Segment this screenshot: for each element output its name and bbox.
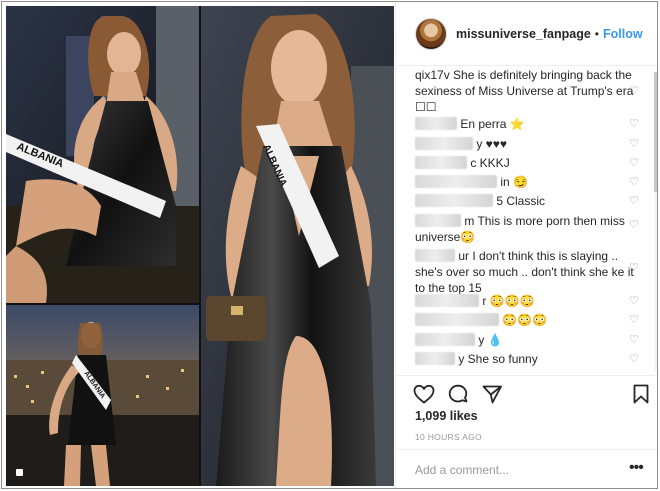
post-photo-city-night: ALBANIA: [6, 305, 199, 486]
carousel-indicator: [16, 469, 23, 476]
comment-item: c KKKJ: [415, 155, 635, 171]
comment-body: y ♥♥♥: [476, 137, 508, 151]
blurred-username: [415, 313, 499, 326]
comment-body: y She so funny: [458, 352, 538, 366]
comment-item: m This is more porn then miss universe😳: [415, 213, 635, 245]
comment-item: En perra ⭐: [415, 116, 635, 132]
blurred-username: [415, 294, 479, 307]
post-photo-seated: ALBANIA: [6, 6, 199, 303]
instagram-post-frame: ALBANIA ALBANIA ALBANIA missuniverse_fan…: [1, 1, 658, 489]
avatar[interactable]: [415, 17, 447, 50]
blurred-username: [415, 352, 455, 365]
comment-scrollbar-thumb[interactable]: [654, 72, 657, 192]
post-side-panel: missuniverse_fanpage • Follow qix17v She…: [395, 2, 657, 488]
heart-icon[interactable]: ♡: [629, 332, 639, 348]
post-photo-standing: ALBANIA: [201, 6, 394, 486]
heart-icon[interactable]: ♡: [629, 217, 639, 233]
comment-item: r 😳😳😳: [415, 293, 635, 309]
likes-count[interactable]: 1,099 likes: [415, 409, 478, 423]
blurred-username: [415, 117, 457, 130]
comment-item: y 💧: [415, 332, 635, 348]
blurred-username: [415, 214, 461, 227]
heart-icon[interactable]: ♡: [629, 293, 639, 309]
heart-icon[interactable]: ♡: [629, 116, 639, 132]
comment-item: 5 Classic: [415, 193, 635, 209]
comment-item: y ♥♥♥: [415, 136, 635, 152]
add-comment-input[interactable]: [415, 462, 615, 478]
post-header: missuniverse_fanpage • Follow: [396, 2, 657, 66]
bookmark-icon[interactable]: [629, 382, 653, 406]
header-separator: •: [594, 26, 599, 41]
heart-outline-icon[interactable]: [412, 382, 436, 406]
comment-item: ur I don't think this is slaying .. she'…: [415, 248, 635, 296]
blurred-username: [415, 175, 497, 188]
comment-body: En perra ⭐: [460, 117, 525, 131]
blurred-username: [415, 194, 493, 207]
post-media-collage[interactable]: ALBANIA ALBANIA ALBANIA: [6, 6, 394, 486]
heart-icon[interactable]: ♡: [629, 351, 639, 367]
blurred-username: [415, 249, 455, 262]
comment-body: 😳😳😳: [502, 313, 548, 327]
heart-icon[interactable]: ♡: [629, 136, 639, 152]
heart-icon[interactable]: ♡: [629, 174, 639, 190]
comment-username[interactable]: qix17v: [415, 68, 450, 82]
comment-text: qix17v She is definitely bringing back t…: [415, 68, 633, 114]
comment-item: in 😏: [415, 174, 635, 190]
blurred-username: [415, 156, 467, 169]
comment-bubble-icon[interactable]: [446, 382, 470, 406]
post-timestamp[interactable]: 10 HOURS AGO: [415, 432, 482, 442]
heart-icon[interactable]: ♡: [629, 83, 639, 99]
comment-body: 5 Classic: [496, 194, 546, 208]
add-comment-bar: •••: [396, 449, 657, 488]
comment-item: qix17v She is definitely bringing back t…: [415, 67, 635, 115]
heart-icon[interactable]: ♡: [629, 155, 639, 171]
comment-body: y 💧: [478, 333, 503, 347]
comment-body: in 😏: [500, 175, 528, 189]
follow-button[interactable]: Follow: [603, 27, 643, 41]
username-link[interactable]: missuniverse_fanpage: [456, 27, 591, 41]
heart-icon[interactable]: ♡: [629, 260, 639, 276]
comment-body: c KKKJ: [470, 156, 510, 170]
comment-body: r 😳😳😳: [482, 294, 535, 308]
blurred-username: [415, 333, 475, 346]
comment-list[interactable]: qix17v She is definitely bringing back t…: [396, 67, 657, 375]
heart-icon[interactable]: ♡: [629, 312, 639, 328]
comment-item: y She so funny: [415, 351, 635, 367]
comment-item: 😳😳😳: [415, 312, 635, 328]
more-options-icon[interactable]: •••: [629, 460, 644, 476]
share-icon[interactable]: [480, 382, 504, 406]
blurred-username: [415, 137, 473, 150]
heart-icon[interactable]: ♡: [629, 193, 639, 209]
